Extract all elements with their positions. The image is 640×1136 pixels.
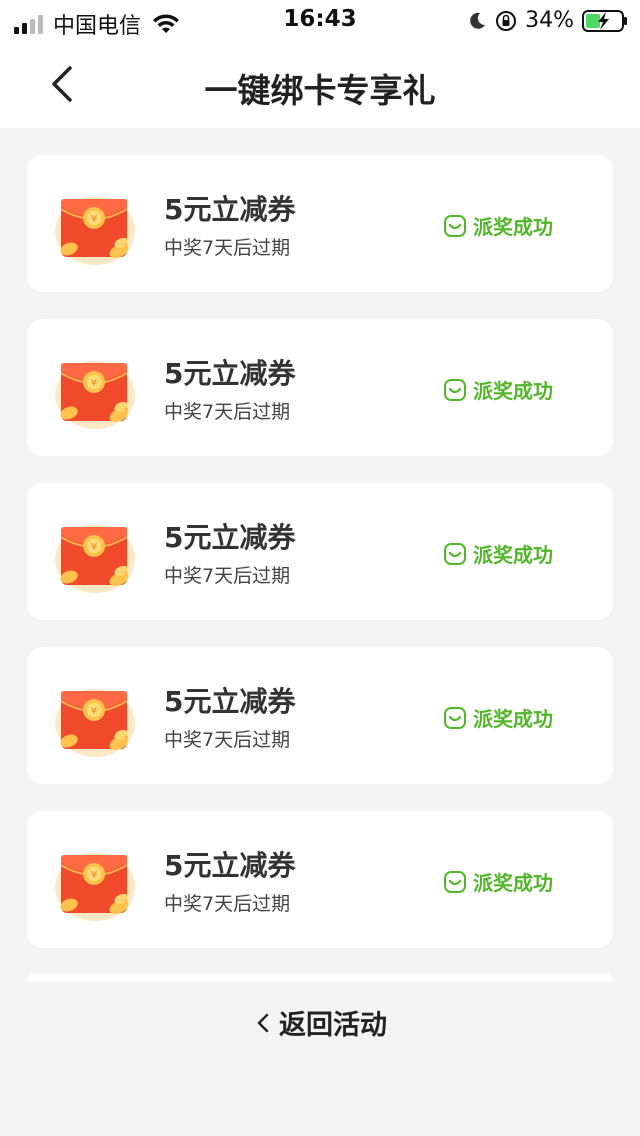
- reward-status: 派奖成功: [443, 539, 553, 568]
- status-bar: 中国电信 16:43 34%: [0, 0, 640, 40]
- red-envelope-icon: ¥: [55, 689, 135, 757]
- success-shield-icon: [444, 870, 466, 893]
- reward-card: ¥ 5元立减券 中奖7天后过期 派奖成功: [27, 483, 613, 620]
- success-shield-icon: [444, 378, 466, 401]
- reward-status: 派奖成功: [443, 375, 553, 404]
- reward-title: 5元立减券: [164, 685, 296, 718]
- reward-card: ¥ 5元立减券 中奖7天后过期 派奖成功: [27, 647, 613, 784]
- partial-card: [27, 974, 613, 982]
- reward-list[interactable]: ¥ 5元立减券 中奖7天后过期 派奖成功 ¥ 5元立减券 中奖7天后过期 派奖成…: [27, 155, 613, 982]
- reward-expiry: 中奖7天后过期: [164, 729, 291, 751]
- success-shield-icon: [444, 214, 466, 237]
- reward-card: ¥ 5元立减券 中奖7天后过期 派奖成功: [27, 811, 613, 948]
- reward-card: ¥ 5元立减券 中奖7天后过期 派奖成功: [27, 319, 613, 456]
- reward-status-label: 派奖成功: [473, 215, 553, 239]
- reward-status: 派奖成功: [443, 867, 553, 896]
- reward-status: 派奖成功: [443, 211, 553, 240]
- moon-icon: [470, 12, 486, 29]
- status-right: 34%: [467, 8, 628, 33]
- svg-text:¥: ¥: [91, 706, 97, 717]
- svg-text:¥: ¥: [91, 870, 97, 881]
- reward-status-label: 派奖成功: [473, 543, 553, 567]
- reward-expiry: 中奖7天后过期: [164, 401, 291, 423]
- svg-text:¥: ¥: [91, 214, 97, 225]
- success-shield-icon: [444, 706, 466, 729]
- reward-status-label: 派奖成功: [473, 379, 553, 403]
- reward-card: ¥ 5元立减券 中奖7天后过期 派奖成功: [27, 155, 613, 292]
- battery-percent: 34%: [525, 8, 574, 33]
- return-activity-link[interactable]: 返回活动: [0, 1003, 640, 1042]
- success-shield-icon: [444, 542, 466, 565]
- reward-title: 5元立减券: [164, 521, 296, 554]
- page-title: 一键绑卡专享礼: [204, 71, 436, 110]
- reward-status-label: 派奖成功: [473, 871, 553, 895]
- red-envelope-icon: ¥: [55, 197, 135, 265]
- rotation-lock-icon: [496, 10, 517, 31]
- reward-title: 5元立减券: [164, 849, 296, 882]
- nav-bar: 一键绑卡专享礼: [0, 40, 640, 128]
- return-activity-label: 返回活动: [279, 1010, 387, 1041]
- battery-charging-icon: [582, 9, 627, 32]
- red-envelope-icon: ¥: [55, 525, 135, 593]
- svg-text:¥: ¥: [91, 378, 97, 389]
- chevron-left-icon: [257, 1013, 269, 1032]
- svg-text:¥: ¥: [91, 542, 97, 553]
- reward-title: 5元立减券: [164, 193, 296, 226]
- red-envelope-icon: ¥: [55, 853, 135, 921]
- reward-status: 派奖成功: [443, 703, 553, 732]
- reward-expiry: 中奖7天后过期: [164, 565, 291, 587]
- reward-status-label: 派奖成功: [473, 707, 553, 731]
- reward-expiry: 中奖7天后过期: [164, 893, 291, 915]
- reward-title: 5元立减券: [164, 357, 296, 390]
- red-envelope-icon: ¥: [55, 361, 135, 429]
- reward-expiry: 中奖7天后过期: [164, 237, 291, 259]
